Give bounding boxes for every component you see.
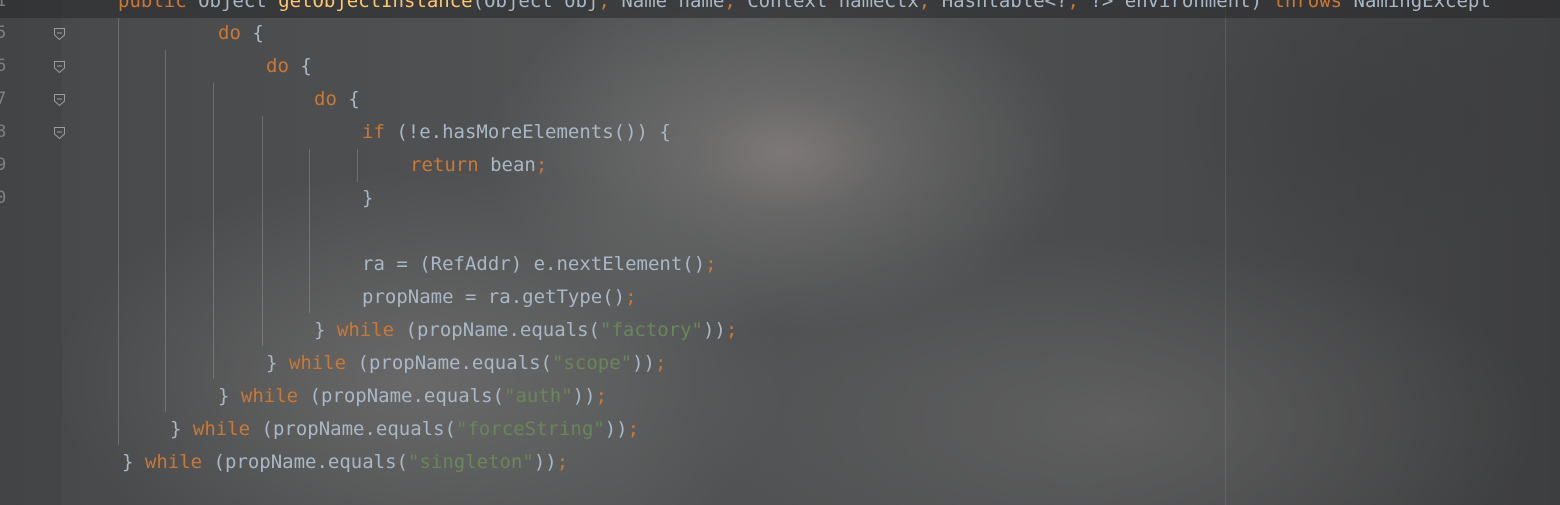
code-token: "factory" [600, 319, 703, 341]
code-token: "auth" [504, 385, 573, 407]
code-line[interactable]: } while (propName.equals("scope")); [266, 347, 666, 380]
method-signature-line[interactable]: public Object getObjectInstance(Object o… [0, 0, 1560, 18]
code-token: while [144, 451, 214, 473]
code-token: (propName.equals( [309, 385, 504, 407]
code-token: while [192, 418, 262, 440]
code-token: bean [490, 154, 536, 176]
code-line[interactable]: } while (propName.equals("singleton")); [122, 446, 568, 479]
code-token: ; [625, 286, 637, 308]
code-token: "scope" [552, 352, 633, 374]
indent-guide [262, 116, 263, 346]
code-token: { [348, 88, 360, 110]
code-token: do [314, 88, 349, 110]
code-token: (propName.equals( [213, 451, 408, 473]
code-editor[interactable]: public Object getObjectInstance(Object o… [0, 0, 1560, 505]
signature-token: Hashtable<? [941, 0, 1068, 12]
code-line[interactable]: do { [314, 83, 360, 116]
code-token: (!e.hasMoreElements()) { [396, 121, 671, 143]
code-token: } [122, 451, 145, 473]
code-token: (propName.equals( [357, 352, 552, 374]
line-number: 5 [0, 23, 7, 43]
signature-token: NamingExcept [1353, 0, 1491, 12]
signature-token: (Object obj [472, 0, 599, 12]
code-token: ; [705, 253, 717, 275]
code-line[interactable]: do { [266, 50, 312, 83]
fold-toggle-icon[interactable] [54, 61, 65, 73]
code-token: do [218, 22, 253, 44]
code-token: (propName.equals( [405, 319, 600, 341]
code-line[interactable]: if (!e.hasMoreElements()) { [362, 116, 671, 149]
line-number: 7 [0, 89, 7, 109]
code-token: while [288, 352, 358, 374]
code-token: )) [572, 385, 596, 407]
signature-token: Context nameCtx [747, 0, 919, 12]
signature-token: public [118, 0, 199, 12]
signature-token: , [724, 0, 748, 12]
signature-token: ?> environment) [1090, 0, 1274, 12]
signature-token: getObjectInstance [278, 0, 473, 12]
code-token: )) [702, 319, 726, 341]
signature-token: Object [198, 0, 279, 12]
method-signature-text: public Object getObjectInstance(Object o… [118, 0, 1491, 18]
code-token: )) [632, 352, 655, 374]
code-token: { [300, 55, 312, 77]
indent-guide [118, 18, 119, 445]
code-token: } [170, 418, 193, 440]
code-token: { [252, 22, 264, 44]
code-token: ra = (RefAddr) e.nextElement() [362, 253, 706, 275]
indent-guide [213, 83, 214, 379]
indent-guide [309, 149, 310, 313]
code-token: } [314, 319, 337, 341]
line-number: 9 [0, 155, 7, 175]
code-token: while [240, 385, 310, 407]
line-number: 1 [0, 0, 7, 11]
fold-toggle-icon[interactable] [54, 28, 65, 40]
line-number: 8 [0, 122, 7, 142]
signature-token: , [918, 0, 942, 12]
code-line[interactable]: ra = (RefAddr) e.nextElement(); [362, 248, 717, 281]
code-token: propName = ra.getType() [362, 286, 626, 308]
code-line[interactable]: } while (propName.equals("auth")); [218, 380, 607, 413]
code-token: return [410, 154, 491, 176]
signature-token: , [598, 0, 622, 12]
fold-toggle-icon[interactable] [54, 94, 65, 106]
code-token: ; [627, 418, 640, 440]
code-line[interactable]: } [362, 182, 373, 215]
code-token: } [362, 187, 374, 209]
code-token: } [266, 352, 289, 374]
line-number: 6 [0, 56, 7, 76]
indent-guide [357, 149, 358, 182]
code-token: ; [556, 451, 569, 473]
code-line[interactable]: } while (propName.equals("forceString"))… [170, 413, 639, 446]
code-token: "singleton" [408, 451, 534, 473]
signature-token: Name name [621, 0, 725, 12]
code-token: (propName.equals( [261, 418, 456, 440]
fold-toggle-icon[interactable] [54, 127, 65, 139]
code-token: while [336, 319, 406, 341]
signature-token: , [1067, 0, 1091, 12]
code-token: } [218, 385, 241, 407]
line-number: 0 [0, 188, 7, 208]
code-token: ; [654, 352, 667, 374]
right-margin-guide [1225, 0, 1226, 505]
code-line[interactable]: } while (propName.equals("factory")); [314, 314, 737, 347]
code-token: )) [604, 418, 628, 440]
code-token: if [362, 121, 397, 143]
code-token: do [266, 55, 301, 77]
code-token: )) [533, 451, 557, 473]
code-token: ; [535, 154, 548, 176]
code-token: ; [725, 319, 738, 341]
signature-token: throws [1273, 0, 1354, 12]
code-token: "forceString" [456, 418, 605, 440]
code-token: ; [595, 385, 607, 407]
code-line[interactable]: propName = ra.getType(); [362, 281, 637, 314]
code-line[interactable]: return bean; [410, 149, 547, 182]
indent-guide [165, 50, 166, 412]
code-line[interactable]: do { [218, 17, 264, 50]
